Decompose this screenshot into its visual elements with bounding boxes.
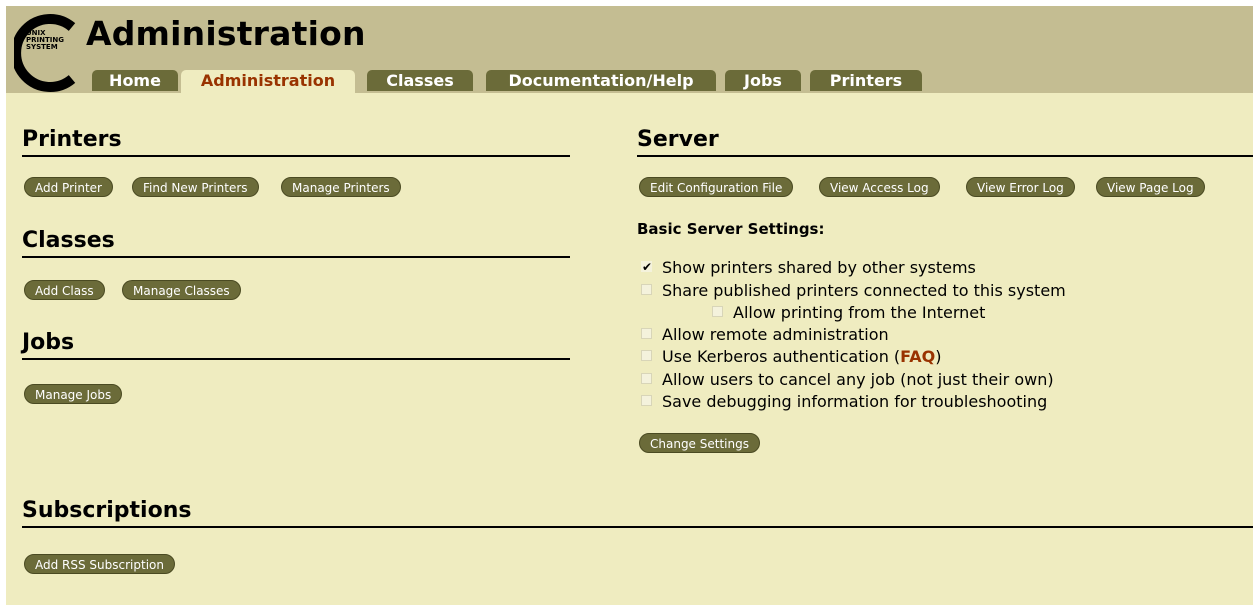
option-kerberos-authentication[interactable]: Use Kerberos authentication (FAQ) <box>641 346 942 368</box>
option-remote-administration[interactable]: Allow remote administration <box>641 324 889 346</box>
tab-home[interactable]: Home <box>92 70 178 91</box>
option-label: Save debugging information for troublesh… <box>662 392 1048 411</box>
option-label: Share published printers connected to th… <box>662 281 1066 300</box>
option-debug-logging[interactable]: Save debugging information for troublesh… <box>641 391 1047 413</box>
option-label: Allow printing from the Internet <box>733 303 986 322</box>
section-title-jobs: Jobs <box>22 330 570 360</box>
checkbox-icon[interactable] <box>641 284 652 295</box>
change-settings-button[interactable]: Change Settings <box>639 433 760 453</box>
add-printer-button[interactable]: Add Printer <box>24 177 113 197</box>
page-title: Administration <box>86 14 366 53</box>
manage-jobs-button[interactable]: Manage Jobs <box>24 384 123 404</box>
checkbox-icon[interactable] <box>641 373 652 384</box>
section-title-subscriptions: Subscriptions <box>22 498 1253 528</box>
checkbox-icon[interactable] <box>712 306 723 317</box>
view-error-log-button[interactable]: View Error Log <box>966 177 1075 197</box>
option-allow-internet-printing[interactable]: Allow printing from the Internet <box>712 302 985 324</box>
basic-server-settings-heading: Basic Server Settings: <box>637 220 825 238</box>
manage-classes-button[interactable]: Manage Classes <box>122 280 241 300</box>
find-new-printers-button[interactable]: Find New Printers <box>132 177 259 197</box>
option-label: Allow remote administration <box>662 325 889 344</box>
checkbox-icon[interactable] <box>641 328 652 339</box>
view-page-log-button[interactable]: View Page Log <box>1096 177 1205 197</box>
logo-text: UNIX PRINTING SYSTEM <box>26 29 64 51</box>
content-area: Printers Add Printer Find New Printers M… <box>6 93 1253 605</box>
checkbox-icon[interactable] <box>641 350 652 361</box>
edit-configuration-file-button[interactable]: Edit Configuration File <box>639 177 794 197</box>
option-cancel-any-job[interactable]: Allow users to cancel any job (not just … <box>641 369 1054 391</box>
faq-link[interactable]: FAQ <box>900 347 935 366</box>
section-title-server: Server <box>637 127 1253 157</box>
checkbox-icon[interactable] <box>641 395 652 406</box>
cups-logo-icon <box>14 14 76 92</box>
tab-printers[interactable]: Printers <box>810 70 922 91</box>
section-title-printers: Printers <box>22 127 570 157</box>
tab-documentation-help[interactable]: Documentation/Help <box>486 70 716 91</box>
tab-administration[interactable]: Administration <box>181 70 355 93</box>
checkbox-checked-icon[interactable]: ✔ <box>641 261 652 273</box>
option-label: Use Kerberos authentication ( <box>662 347 901 366</box>
section-title-classes: Classes <box>22 228 570 258</box>
option-label: Show printers shared by other systems <box>662 258 976 277</box>
add-class-button[interactable]: Add Class <box>24 280 105 300</box>
tab-classes[interactable]: Classes <box>367 70 473 91</box>
option-label-suffix: ) <box>935 347 942 366</box>
option-share-published-printers[interactable]: Share published printers connected to th… <box>641 280 1066 302</box>
view-access-log-button[interactable]: View Access Log <box>819 177 940 197</box>
manage-printers-button[interactable]: Manage Printers <box>281 177 401 197</box>
add-rss-subscription-button[interactable]: Add RSS Subscription <box>24 554 175 574</box>
tab-jobs[interactable]: Jobs <box>725 70 801 91</box>
option-show-shared-printers[interactable]: ✔ Show printers shared by other systems <box>641 257 976 279</box>
option-label: Allow users to cancel any job (not just … <box>662 370 1054 389</box>
